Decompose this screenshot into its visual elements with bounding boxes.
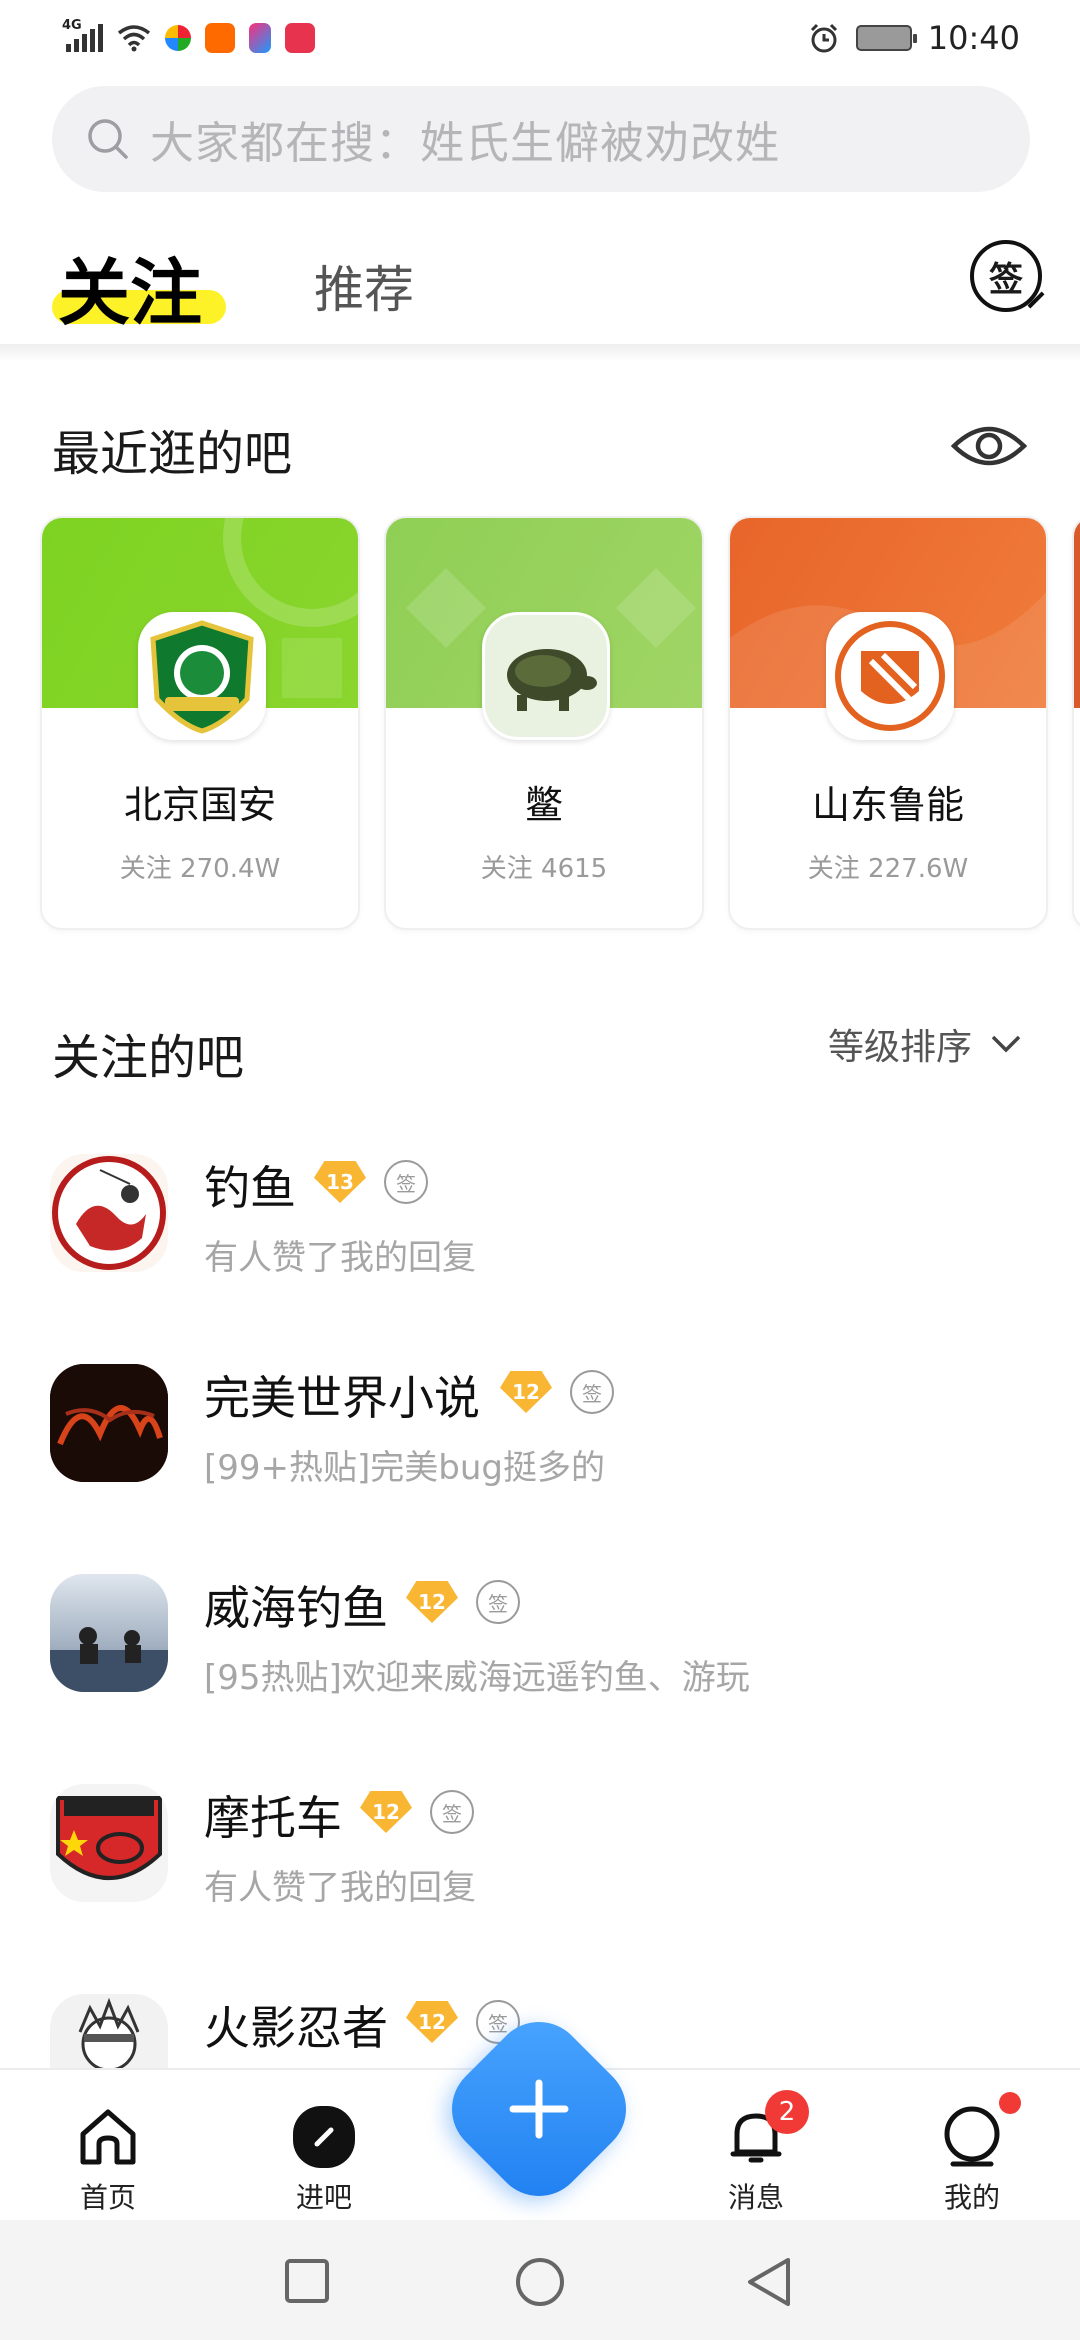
forum-subtitle: [99+热贴]完美bug挺多的	[204, 1448, 605, 1488]
sign-in-label: 签	[989, 259, 1023, 300]
forum-name: 火影忍者	[204, 2001, 388, 2055]
home-circle-icon[interactable]	[514, 2256, 566, 2308]
top-tabs: 关注 推荐 签	[0, 220, 1080, 350]
search-icon	[88, 119, 128, 159]
forum-badges: 12 签	[406, 1580, 520, 1624]
forum-list-item[interactable]: 完美世界小说 12 签 [99+热贴]完美bug挺多的	[50, 1364, 1050, 1504]
tab-recommend[interactable]: 推荐	[314, 250, 414, 322]
forum-subtitle: 有人赞了我的回复	[204, 1868, 476, 1908]
network-type: 4G	[62, 18, 82, 33]
level-badge: 13	[314, 1161, 366, 1203]
eye-icon[interactable]	[950, 418, 1028, 474]
card-name: 鳖	[524, 783, 563, 827]
nav-enter[interactable]: 进吧	[244, 2070, 404, 2222]
forum-badges: 12 签	[500, 1370, 614, 1414]
tab-follow[interactable]: 关注	[58, 234, 202, 339]
plus-icon	[464, 2034, 614, 2184]
recent-section-title: 最近逛的吧	[52, 426, 293, 482]
system-nav-bar	[0, 2220, 1080, 2340]
forum-list-item[interactable]: 钓鱼 13 签 有人赞了我的回复	[50, 1154, 1050, 1294]
level-badge: 12	[406, 1581, 458, 1623]
recent-card[interactable]: 北京国安 关注 270.4W	[40, 516, 360, 930]
forum-avatar	[50, 1574, 168, 1692]
forum-name: 摩托车	[204, 1791, 342, 1845]
recent-apps-icon[interactable]	[282, 2256, 332, 2306]
status-left: 4G	[62, 18, 315, 53]
recent-card[interactable]: 鳖 关注 4615	[384, 516, 704, 930]
forum-subtitle: [95热贴]欢迎来威海远遥钓鱼、游玩	[204, 1658, 750, 1698]
sign-status-icon: 签	[430, 1790, 474, 1834]
forum-badges: 12 签	[360, 1790, 474, 1834]
level-badge: 12	[500, 1371, 552, 1413]
shandong-luneng-logo	[826, 612, 954, 740]
recent-card[interactable]: 山东鲁能 关注 227.6W	[728, 516, 1048, 930]
nav-mine[interactable]: 我的	[892, 2070, 1052, 2222]
recent-forums-row: 北京国安 关注 270.4W 鳖 关注 4615 山东鲁能 关注 227.6W	[40, 516, 1080, 930]
search-bar[interactable]: 大家都在搜：姓氏生僻被劝改姓	[52, 86, 1030, 192]
card-name: 北京国安	[123, 783, 276, 827]
card-follow-count: 关注 227.6W	[807, 854, 969, 884]
sign-in-button[interactable]: 签	[970, 240, 1042, 312]
sort-dropdown[interactable]: 等级排序	[828, 1018, 1022, 1070]
profile-icon	[937, 2092, 1021, 2172]
forum-list-item[interactable]: 威海钓鱼 12 签 [95热贴]欢迎来威海远遥钓鱼、游玩	[50, 1574, 1050, 1714]
forum-avatar	[50, 1154, 168, 1272]
nav-messages-label: 消息	[727, 2181, 784, 2214]
enter-forum-icon	[289, 2102, 359, 2172]
card-follow-count: 关注 270.4W	[119, 854, 281, 884]
app-notify-icon-4	[285, 23, 315, 53]
status-time: 10:40	[927, 19, 1020, 57]
alarm-icon	[810, 23, 837, 53]
wifi-icon	[117, 25, 151, 52]
sign-status-icon: 签	[570, 1370, 614, 1414]
nav-home[interactable]: 首页	[28, 2070, 188, 2222]
nav-messages[interactable]: 2 消息	[676, 2070, 836, 2222]
followed-section-title: 关注的吧	[52, 1030, 245, 1086]
signal-icon: 4G	[62, 18, 103, 52]
battery-icon	[855, 25, 917, 51]
back-triangle-icon[interactable]	[744, 2256, 794, 2308]
status-right: 10:40	[808, 19, 1020, 57]
nav-home-label: 首页	[79, 2181, 136, 2214]
status-bar: 4G 10:40	[0, 0, 1080, 76]
level-badge: 12	[360, 1791, 412, 1833]
home-icon	[73, 2102, 143, 2172]
forum-avatar	[50, 1784, 168, 1902]
sort-label: 等级排序	[828, 1027, 973, 1068]
header-divider	[0, 344, 1080, 362]
forum-avatar	[50, 1364, 168, 1482]
messages-badge: 2	[765, 2090, 809, 2134]
app-notify-icon-2	[205, 23, 235, 53]
sign-status-icon: 签	[384, 1160, 428, 1204]
forum-name: 威海钓鱼	[204, 1581, 388, 1635]
app-notify-icon-1	[165, 25, 191, 51]
sign-status-icon: 签	[476, 1580, 520, 1624]
forum-list-item[interactable]: 摩托车 12 签 有人赞了我的回复	[50, 1784, 1050, 1924]
bell-icon: 2	[721, 2090, 809, 2172]
nav-mine-label: 我的	[943, 2181, 1000, 2214]
recent-card-partial[interactable]	[1072, 516, 1080, 930]
turtle-logo	[482, 612, 610, 740]
nav-enter-label: 进吧	[295, 2181, 352, 2214]
card-name: 山东鲁能	[811, 783, 964, 827]
forum-name: 钓鱼	[204, 1161, 296, 1215]
card-follow-count: 关注 4615	[480, 854, 608, 884]
search-placeholder: 大家都在搜：姓氏生僻被劝改姓	[150, 118, 780, 169]
tieba-follow-page: 4G 10:40 大家都在搜：姓氏生僻被劝改姓 关注 推荐 签 最近逛的吧 北京…	[0, 0, 1080, 2340]
mine-notification-dot	[999, 2092, 1021, 2114]
forum-subtitle: 有人赞了我的回复	[204, 1238, 476, 1278]
app-notify-icon-3	[249, 23, 271, 53]
chevron-down-icon	[991, 1035, 1021, 1053]
beijing-guoan-logo	[138, 612, 266, 740]
forum-name: 完美世界小说	[204, 1371, 480, 1425]
level-badge: 12	[406, 2001, 458, 2043]
forum-badges: 13 签	[314, 1160, 428, 1204]
card-banner	[1074, 518, 1080, 708]
